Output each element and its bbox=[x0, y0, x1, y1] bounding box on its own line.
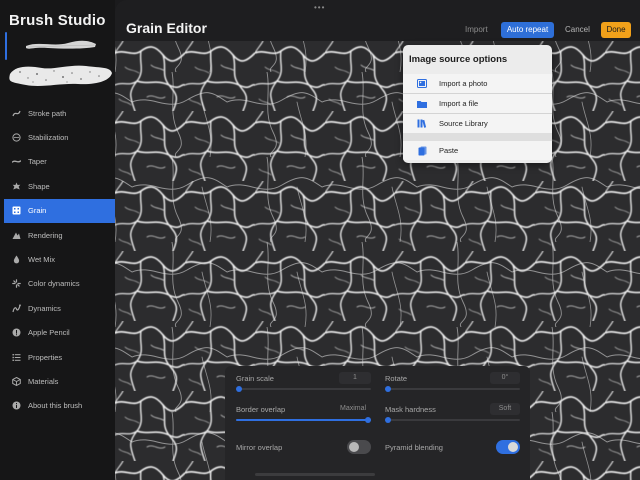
border-overlap-thumb[interactable] bbox=[365, 417, 371, 423]
sidebar-item-wet-mix[interactable]: Wet Mix bbox=[4, 247, 115, 271]
menu-item-label: Import a file bbox=[439, 99, 479, 108]
menu-section-gap bbox=[403, 133, 552, 141]
grain-scale-value[interactable]: 1 bbox=[339, 372, 371, 384]
menu-item-label: Paste bbox=[439, 146, 459, 155]
brush-preview-marker bbox=[5, 32, 7, 60]
sidebar: Brush Studio Stroke path Stabilization T… bbox=[0, 0, 115, 480]
shape-icon bbox=[12, 182, 21, 191]
menu-item-label: Source Library bbox=[439, 119, 488, 128]
sidebar-item-taper[interactable]: Taper bbox=[4, 150, 115, 174]
grain-scale-thumb[interactable] bbox=[236, 386, 242, 392]
toggle-knob bbox=[508, 442, 518, 452]
menu-item-source-library[interactable]: Source Library bbox=[403, 114, 552, 133]
folder-icon bbox=[415, 100, 429, 108]
border-overlap-value[interactable]: Maximal bbox=[335, 403, 371, 415]
image-source-menu: Image source options Import a photo Impo… bbox=[403, 45, 552, 163]
mask-hardness-value[interactable]: Soft bbox=[490, 403, 520, 415]
cube-icon bbox=[12, 376, 21, 386]
border-overlap-slider[interactable] bbox=[236, 417, 371, 423]
mirror-overlap-toggle[interactable] bbox=[347, 440, 371, 454]
taper-icon bbox=[12, 157, 21, 166]
sidebar-item-label: Materials bbox=[28, 376, 59, 386]
sidebar-item-rendering[interactable]: Rendering bbox=[4, 223, 115, 247]
sidebar-item-grain[interactable]: Grain bbox=[4, 198, 115, 223]
mask-hardness-label: Mask hardness bbox=[385, 405, 436, 414]
sidebar-item-label: About this brush bbox=[28, 401, 83, 411]
sidebar-item-label: Stabilization bbox=[28, 133, 69, 143]
sidebar-nav: Stroke path Stabilization Taper Shape Gr… bbox=[4, 101, 115, 418]
border-overlap-fill bbox=[236, 419, 371, 421]
rendering-icon bbox=[12, 231, 21, 240]
color-dynamics-icon bbox=[12, 279, 21, 289]
sidebar-item-materials[interactable]: Materials bbox=[4, 369, 115, 393]
pyramid-blending-toggle[interactable] bbox=[496, 440, 520, 454]
sidebar-item-label: Dynamics bbox=[28, 303, 61, 313]
stabilization-icon bbox=[12, 133, 21, 142]
library-icon bbox=[415, 119, 429, 128]
pyramid-blending-label: Pyramid blending bbox=[385, 443, 443, 452]
sidebar-item-properties[interactable]: Properties bbox=[4, 345, 115, 369]
grain-scale-label: Grain scale bbox=[236, 374, 274, 383]
sidebar-item-label: Properties bbox=[28, 352, 63, 362]
rotate-thumb[interactable] bbox=[385, 386, 391, 392]
sidebar-item-label: Grain bbox=[28, 206, 47, 216]
grain-properties-panel: Grain scale 1 Rotate 0° Border overlap M… bbox=[225, 366, 530, 480]
dynamics-icon bbox=[12, 304, 21, 313]
sidebar-item-dynamics[interactable]: Dynamics bbox=[4, 296, 115, 320]
sidebar-item-color-dynamics[interactable]: Color dynamics bbox=[4, 272, 115, 296]
menu-title: Image source options bbox=[409, 54, 508, 65]
pencil-icon bbox=[12, 328, 21, 337]
import-button[interactable]: Import bbox=[465, 22, 488, 38]
menu-item-paste[interactable]: Paste bbox=[403, 141, 552, 160]
sidebar-item-label: Color dynamics bbox=[28, 279, 80, 289]
info-icon bbox=[12, 401, 21, 410]
sidebar-item-label: Taper bbox=[28, 157, 47, 167]
properties-icon bbox=[12, 353, 21, 362]
menu-item-import-photo[interactable]: Import a photo bbox=[403, 74, 552, 93]
border-overlap-label: Border overlap bbox=[236, 405, 286, 414]
sidebar-item-label: Wet Mix bbox=[28, 255, 55, 265]
sidebar-item-apple-pencil[interactable]: Apple Pencil bbox=[4, 321, 115, 345]
menu-item-label: Import a photo bbox=[439, 79, 488, 88]
grain-icon bbox=[12, 206, 21, 215]
rotate-slider[interactable] bbox=[385, 386, 520, 392]
page-title: Grain Editor bbox=[126, 20, 207, 36]
sidebar-item-label: Shape bbox=[28, 181, 50, 191]
grain-scale-slider[interactable] bbox=[236, 386, 371, 392]
rotate-label: Rotate bbox=[385, 374, 408, 383]
done-button[interactable]: Done bbox=[601, 22, 631, 38]
stroke-path-icon bbox=[12, 109, 21, 118]
sidebar-item-label: Rendering bbox=[28, 230, 63, 240]
drag-handle-dots[interactable]: ••• bbox=[314, 3, 325, 12]
sidebar-item-label: Stroke path bbox=[28, 108, 67, 118]
sidebar-item-label: Apple Pencil bbox=[28, 328, 70, 338]
mask-hardness-thumb[interactable] bbox=[385, 417, 391, 423]
brush-preview-stroke[interactable] bbox=[24, 38, 98, 52]
paste-icon bbox=[415, 146, 429, 156]
home-indicator bbox=[255, 473, 375, 476]
sidebar-item-stabilization[interactable]: Stabilization bbox=[4, 125, 115, 149]
sidebar-item-about[interactable]: About this brush bbox=[4, 394, 115, 418]
toggle-knob bbox=[349, 442, 359, 452]
auto-repeat-button[interactable]: Auto repeat bbox=[501, 22, 554, 38]
cancel-button[interactable]: Cancel bbox=[565, 22, 590, 38]
rotate-value[interactable]: 0° bbox=[490, 372, 520, 384]
menu-item-import-file[interactable]: Import a file bbox=[403, 94, 552, 113]
droplet-icon bbox=[12, 255, 21, 264]
brush-preview-large[interactable] bbox=[6, 60, 114, 90]
mirror-overlap-label: Mirror overlap bbox=[236, 443, 283, 452]
sidebar-item-shape[interactable]: Shape bbox=[4, 174, 115, 198]
mask-hardness-slider[interactable] bbox=[385, 417, 520, 423]
sidebar-item-stroke-path[interactable]: Stroke path bbox=[4, 101, 115, 125]
photo-icon bbox=[415, 79, 429, 88]
app-title: Brush Studio bbox=[9, 12, 106, 29]
